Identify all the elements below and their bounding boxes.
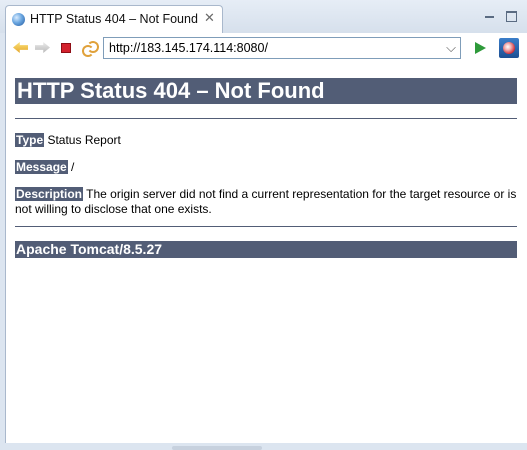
go-icon[interactable] xyxy=(475,42,486,54)
divider xyxy=(15,226,517,227)
forward-arrow-icon[interactable] xyxy=(35,40,51,56)
page-title: HTTP Status 404 – Not Found xyxy=(15,78,517,104)
minimize-icon xyxy=(485,16,494,18)
maximize-icon xyxy=(506,11,517,22)
browser-content-frame: http://183.145.174.114:8080/ ⌵ HTTP Stat… xyxy=(5,33,527,443)
refresh-icon[interactable] xyxy=(81,40,99,57)
bottom-strip xyxy=(0,443,527,450)
page-body: HTTP Status 404 – Not Found Type Status … xyxy=(6,64,527,443)
server-info: Apache Tomcat/8.5.27 xyxy=(15,241,517,258)
divider xyxy=(15,118,517,119)
type-value: Status Report xyxy=(44,133,121,147)
back-arrow-icon[interactable] xyxy=(13,40,29,56)
close-icon[interactable]: ✕ xyxy=(204,10,215,26)
description-label: Description xyxy=(15,187,84,201)
message-value: / xyxy=(67,160,75,174)
tab-title: HTTP Status 404 – Not Found xyxy=(30,12,198,26)
message-row: Message / xyxy=(15,160,517,175)
stop-icon[interactable] xyxy=(58,40,74,56)
url-bar[interactable]: http://183.145.174.114:8080/ ⌵ xyxy=(103,37,461,59)
message-label: Message xyxy=(15,160,68,174)
minimize-button[interactable] xyxy=(482,8,496,22)
browser-icon[interactable] xyxy=(499,38,519,58)
navigation-toolbar: http://183.145.174.114:8080/ ⌵ xyxy=(6,33,527,64)
maximize-button[interactable] xyxy=(504,8,518,22)
globe-icon xyxy=(12,13,25,26)
type-label: Type xyxy=(15,133,45,147)
description-value: The origin server did not find a current… xyxy=(15,187,517,216)
type-row: Type Status Report xyxy=(15,133,517,148)
horizontal-scrollbar[interactable] xyxy=(172,446,262,450)
browser-tab[interactable]: HTTP Status 404 – Not Found ✕ xyxy=(5,5,223,33)
url-input[interactable]: http://183.145.174.114:8080/ xyxy=(109,41,268,55)
description-row: Description The origin server did not fi… xyxy=(15,187,517,217)
chevron-down-icon[interactable]: ⌵ xyxy=(446,39,456,57)
tab-bar: HTTP Status 404 – Not Found ✕ xyxy=(0,0,527,33)
